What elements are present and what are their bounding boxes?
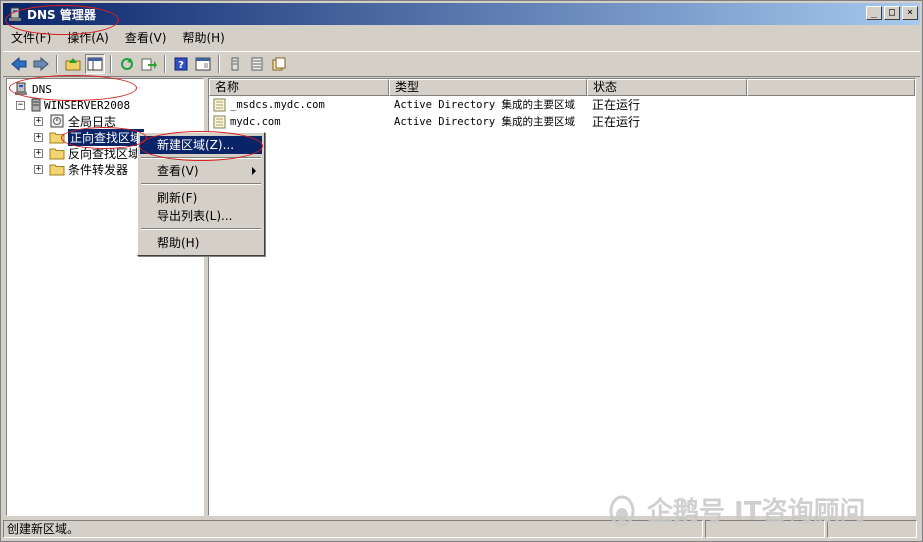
expand-icon[interactable]: + [34, 148, 43, 158]
zone-status: 正在运行 [592, 98, 641, 112]
window-title: DNS 管理器 [27, 7, 96, 22]
maximize-button[interactable]: □ [884, 6, 900, 20]
svg-text:?: ? [178, 60, 184, 71]
zone-icon [213, 97, 227, 114]
column-header-type[interactable]: 类型 [389, 79, 587, 96]
tree-item-forward-lookup[interactable]: + 正向查找区域 [34, 128, 145, 146]
list-icon[interactable] [225, 54, 245, 74]
context-export-list[interactable]: 导出列表(L)... [140, 207, 262, 225]
list-row[interactable]: mydc.com Active Directory 集成的主要区域 正在运行 [209, 114, 909, 131]
help-icon[interactable]: ? [171, 54, 191, 74]
zone-type: Active Directory 集成的主要区域 [394, 116, 575, 128]
folder-icon [49, 146, 65, 160]
penguin-logo-icon [609, 495, 635, 526]
tree-label-reverse-lookup: 反向查找区域 [68, 146, 141, 161]
toolbar: ? [3, 51, 920, 77]
filter-icon[interactable] [269, 54, 289, 74]
context-view[interactable]: 查看(V) [140, 162, 262, 180]
column-header-name[interactable]: 名称 [209, 79, 389, 96]
toolbar-separator [56, 55, 58, 73]
menu-bar: 文件(F) 操作(A) 查看(V) 帮助(H) [3, 27, 920, 49]
dns-manager-window: DNS 管理器 _ □ × 文件(F) 操作(A) 查看(V) 帮助(H) ? … [0, 0, 923, 542]
zone-name: _msdcs.mydc.com [230, 99, 325, 111]
expand-icon[interactable]: + [34, 132, 43, 142]
context-separator [141, 228, 261, 230]
zone-name: mydc.com [230, 116, 281, 128]
close-button[interactable]: × [902, 6, 918, 20]
toolbar-separator [164, 55, 166, 73]
toolbar-separator [110, 55, 112, 73]
server-icon [31, 98, 41, 112]
menu-file[interactable]: 文件(F) [3, 28, 59, 48]
menu-action[interactable]: 操作(A) [59, 28, 117, 48]
minimize-button[interactable]: _ [866, 6, 882, 20]
title-bar[interactable]: DNS 管理器 _ □ × [3, 3, 920, 25]
status-text: 创建新区域。 [3, 519, 703, 538]
up-icon[interactable] [63, 54, 83, 74]
context-separator [141, 183, 261, 185]
zone-status: 正在运行 [592, 115, 641, 129]
details-icon[interactable] [247, 54, 267, 74]
context-refresh[interactable]: 刷新(F) [140, 189, 262, 207]
column-header-empty [747, 79, 915, 96]
submenu-arrow-icon [252, 167, 256, 175]
context-view-label: 查看(V) [157, 164, 199, 178]
properties-icon[interactable] [193, 54, 213, 74]
tree-label-global-log: 全局日志 [68, 114, 117, 129]
refresh-icon[interactable] [117, 54, 137, 74]
column-header-status[interactable]: 状态 [587, 79, 747, 96]
toolbar-separator [218, 55, 220, 73]
menu-help[interactable]: 帮助(H) [174, 28, 232, 48]
expand-icon[interactable]: + [34, 164, 43, 174]
folder-icon [49, 130, 65, 144]
menu-view[interactable]: 查看(V) [117, 28, 175, 48]
list-row[interactable]: _msdcs.mydc.com Active Directory 集成的主要区域… [209, 97, 909, 114]
back-icon[interactable] [9, 54, 29, 74]
log-icon [49, 114, 65, 128]
dns-root-icon [13, 82, 29, 96]
tree-label-forward-lookup: 正向查找区域 [68, 128, 145, 146]
context-separator [141, 157, 261, 159]
show-hide-tree-icon[interactable] [85, 54, 105, 74]
tree-label-dns: DNS [32, 82, 52, 96]
tree-item-dns-root[interactable]: DNS [13, 81, 52, 97]
tree-label-server: WINSERVER2008 [44, 98, 131, 112]
context-new-zone[interactable]: 新建区域(Z)... [140, 136, 262, 154]
dns-app-icon [7, 6, 23, 22]
zone-icon [213, 114, 227, 131]
tree-label-conditional-forwarders: 条件转发器 [68, 162, 129, 177]
list-pane[interactable]: 名称 类型 状态 _msdcs.mydc.com Active Director… [208, 78, 916, 516]
tree-item-server[interactable]: − WINSERVER2008 [16, 97, 130, 113]
context-menu: 新建区域(Z)... 查看(V) 刷新(F) 导出列表(L)... 帮助(H) [137, 132, 265, 256]
context-help[interactable]: 帮助(H) [140, 234, 262, 252]
forward-icon[interactable] [31, 54, 51, 74]
collapse-icon[interactable]: − [16, 100, 25, 110]
expand-icon[interactable]: + [34, 116, 43, 126]
tree-item-reverse-lookup[interactable]: + 反向查找区域 [34, 145, 140, 161]
watermark: 企鹅号 IT咨询顾问 [605, 491, 865, 528]
zone-type: Active Directory 集成的主要区域 [394, 99, 575, 111]
export-list-icon[interactable] [139, 54, 159, 74]
tree-item-conditional-forwarders[interactable]: + 条件转发器 [34, 161, 128, 177]
folder-icon [49, 162, 65, 176]
tree-item-global-log[interactable]: + 全局日志 [34, 113, 116, 129]
watermark-text: 企鹅号 IT咨询顾问 [647, 497, 866, 527]
